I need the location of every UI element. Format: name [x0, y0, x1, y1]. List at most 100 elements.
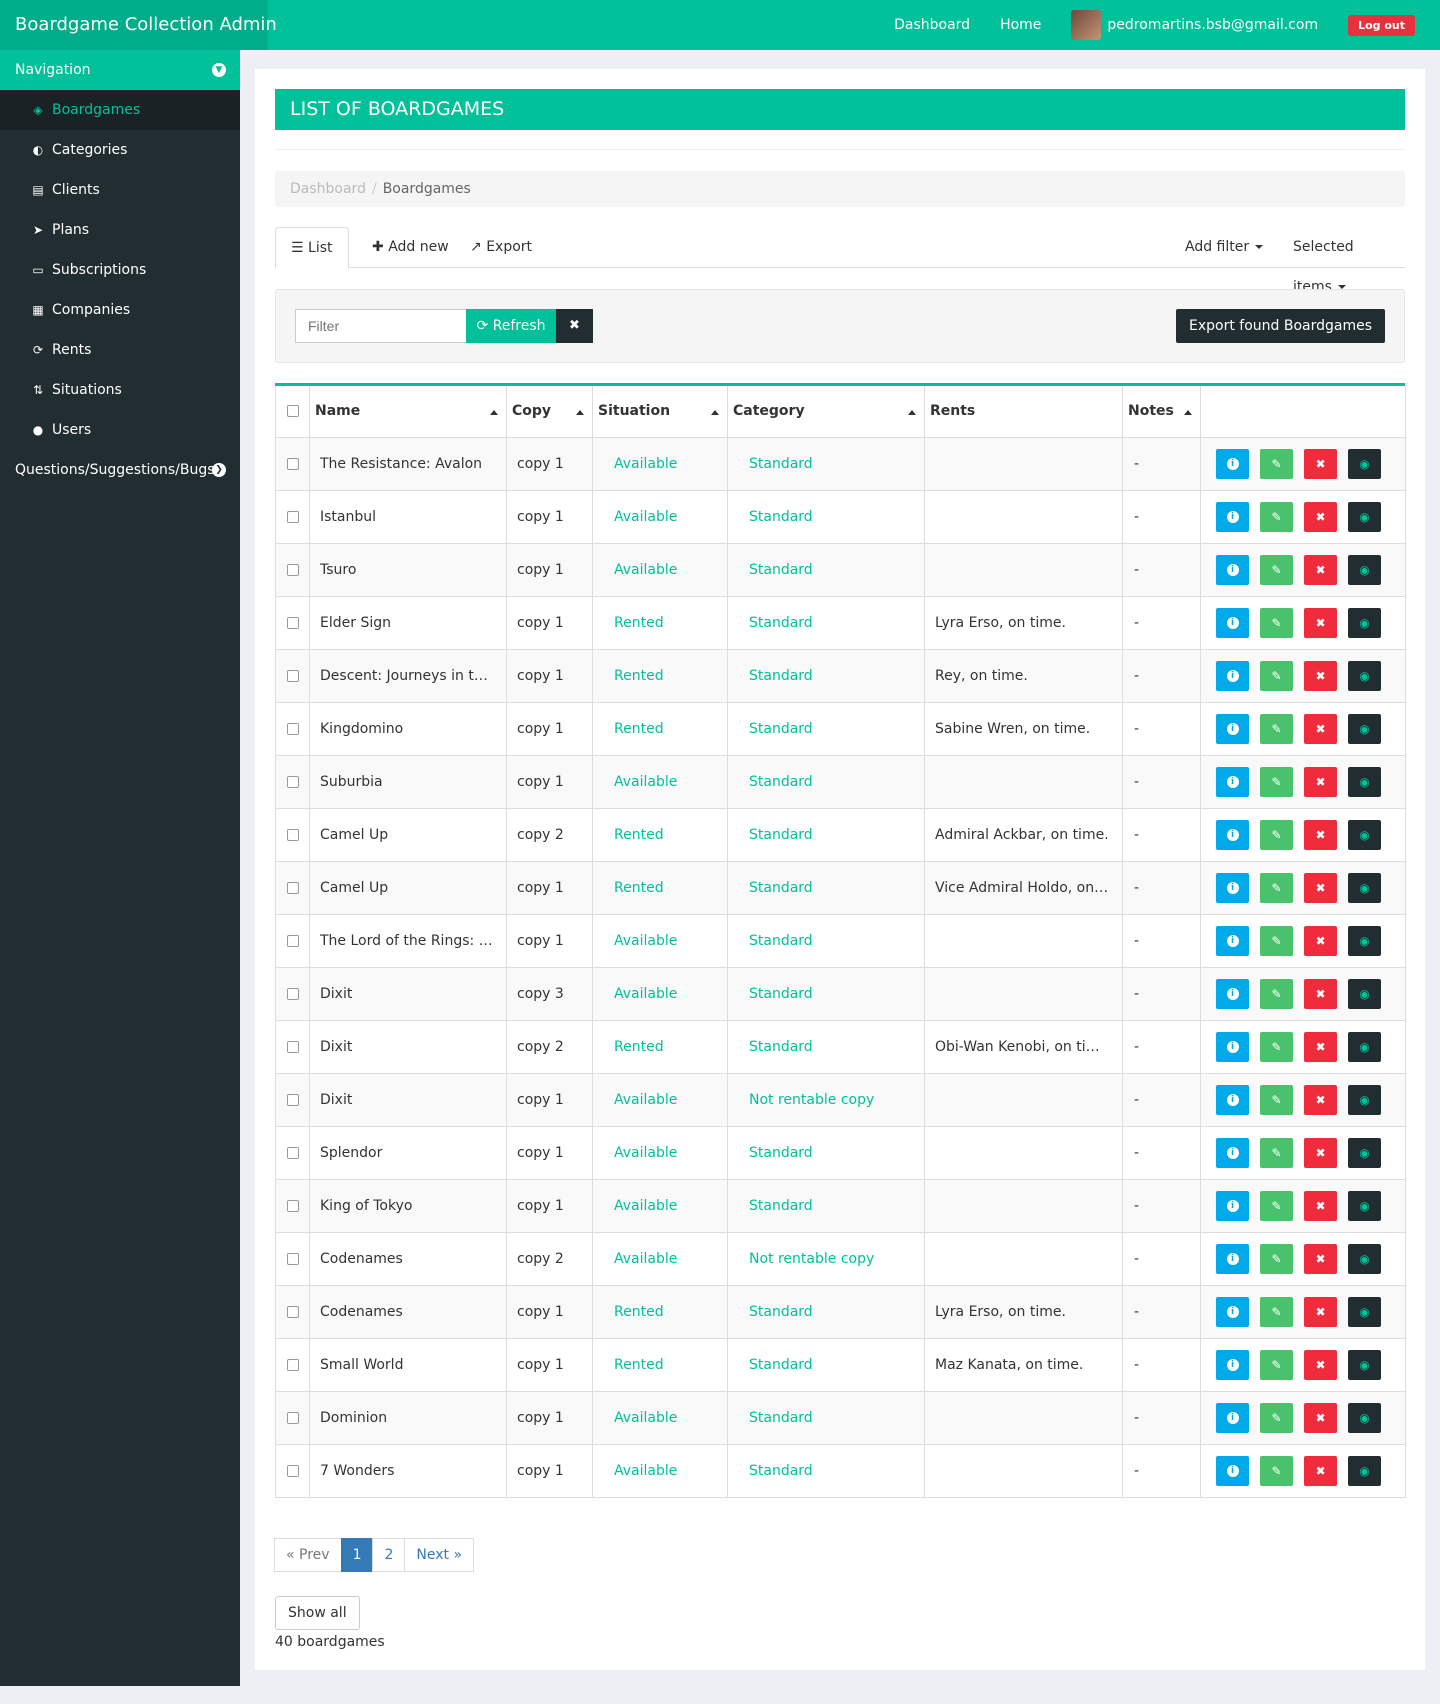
tab-export[interactable]: ↗ Export — [455, 227, 547, 268]
cell-category[interactable]: Standard — [727, 1390, 925, 1445]
row-checkbox[interactable] — [286, 1199, 299, 1212]
cell-situation[interactable]: Available — [592, 1443, 728, 1498]
row-checkbox[interactable] — [286, 1093, 299, 1106]
table-row[interactable]: Small World copy 1 Rented Standard Maz Kanat… — [275, 1337, 1406, 1392]
column-header-copy[interactable]: Copy — [506, 386, 593, 438]
delete-button[interactable]: ✖ — [1304, 1190, 1337, 1221]
info-button[interactable]: i — [1216, 978, 1249, 1009]
export-found-button[interactable]: Export found Boardgames — [1175, 309, 1385, 343]
clear-filter-button[interactable]: ✖ — [556, 309, 593, 343]
cell-situation[interactable]: Rented — [592, 648, 728, 703]
view-button[interactable]: ◉ — [1348, 448, 1381, 479]
edit-button[interactable]: ✎ — [1260, 1190, 1293, 1221]
edit-button[interactable]: ✎ — [1260, 554, 1293, 585]
cell-situation[interactable]: Available — [592, 1072, 728, 1127]
edit-button[interactable]: ✎ — [1260, 660, 1293, 691]
table-row[interactable]: The Lord of the Rings: Th... copy 1 Availa… — [275, 913, 1406, 968]
view-button[interactable]: ◉ — [1348, 1243, 1381, 1274]
nav-dashboard-link[interactable]: Dashboard — [894, 17, 970, 33]
column-header-category[interactable]: Category — [727, 386, 925, 438]
info-button[interactable]: i — [1216, 1455, 1249, 1486]
cell-situation[interactable]: Available — [592, 542, 728, 597]
cell-situation[interactable]: Available — [592, 754, 728, 809]
table-row[interactable]: Istanbul copy 1 Available Standard - i ✎ ✖ ◉ — [275, 489, 1406, 544]
cell-situation[interactable]: Available — [592, 1125, 728, 1180]
edit-button[interactable]: ✎ — [1260, 1455, 1293, 1486]
sidebar-item-companies[interactable]: ▦ Companies — [0, 290, 240, 330]
info-button[interactable]: i — [1216, 660, 1249, 691]
row-checkbox[interactable] — [286, 1252, 299, 1265]
edit-button[interactable]: ✎ — [1260, 1402, 1293, 1433]
row-checkbox[interactable] — [286, 987, 299, 1000]
table-row[interactable]: Camel Up copy 2 Rented Standard Admiral Ackb… — [275, 807, 1406, 862]
cell-category[interactable]: Standard — [727, 648, 925, 703]
delete-button[interactable]: ✖ — [1304, 448, 1337, 479]
delete-button[interactable]: ✖ — [1304, 713, 1337, 744]
delete-button[interactable]: ✖ — [1304, 660, 1337, 691]
breadcrumb-dashboard[interactable]: Dashboard — [290, 181, 366, 197]
edit-button[interactable]: ✎ — [1260, 501, 1293, 532]
view-button[interactable]: ◉ — [1348, 978, 1381, 1009]
cell-situation[interactable]: Available — [592, 1178, 728, 1233]
cell-category[interactable]: Standard — [727, 701, 925, 756]
cell-situation[interactable]: Rented — [592, 701, 728, 756]
delete-button[interactable]: ✖ — [1304, 1243, 1337, 1274]
view-button[interactable]: ◉ — [1348, 1084, 1381, 1115]
row-checkbox[interactable] — [286, 881, 299, 894]
pagination-page-1[interactable]: 1 — [340, 1538, 374, 1572]
user-email[interactable]: pedromartins.bsb@gmail.com — [1107, 17, 1318, 33]
column-header-notes[interactable]: Notes — [1122, 386, 1201, 438]
info-button[interactable]: i — [1216, 1190, 1249, 1221]
tab-list[interactable]: ☰ List — [275, 227, 349, 269]
brand-logo[interactable]: Boardgame Collection Admin — [0, 0, 277, 50]
cell-situation[interactable]: Rented — [592, 1284, 728, 1339]
sidebar-item-boardgames[interactable]: ◈ Boardgames — [0, 90, 240, 130]
cell-category[interactable]: Standard — [727, 595, 925, 650]
view-button[interactable]: ◉ — [1348, 1402, 1381, 1433]
cell-situation[interactable]: Available — [592, 436, 728, 491]
row-checkbox[interactable] — [286, 616, 299, 629]
edit-button[interactable]: ✎ — [1260, 607, 1293, 638]
cell-category[interactable]: Standard — [727, 542, 925, 597]
edit-button[interactable]: ✎ — [1260, 819, 1293, 850]
edit-button[interactable]: ✎ — [1260, 1084, 1293, 1115]
row-checkbox[interactable] — [286, 1464, 299, 1477]
edit-button[interactable]: ✎ — [1260, 872, 1293, 903]
cell-category[interactable]: Standard — [727, 489, 925, 544]
delete-button[interactable]: ✖ — [1304, 1402, 1337, 1433]
sidebar-item-questions[interactable]: Questions/Suggestions/Bugs? ❯ — [0, 450, 240, 490]
view-button[interactable]: ◉ — [1348, 554, 1381, 585]
navigation-header[interactable]: Navigation ▼ — [0, 50, 240, 90]
cell-situation[interactable]: Available — [592, 1390, 728, 1445]
delete-button[interactable]: ✖ — [1304, 1137, 1337, 1168]
view-button[interactable]: ◉ — [1348, 766, 1381, 797]
view-button[interactable]: ◉ — [1348, 1137, 1381, 1168]
info-button[interactable]: i — [1216, 554, 1249, 585]
cell-situation[interactable]: Rented — [592, 1019, 728, 1074]
cell-situation[interactable]: Available — [592, 1231, 728, 1286]
cell-category[interactable]: Standard — [727, 1178, 925, 1233]
row-checkbox[interactable] — [286, 828, 299, 841]
row-checkbox[interactable] — [286, 510, 299, 523]
info-button[interactable]: i — [1216, 501, 1249, 532]
table-row[interactable]: King of Tokyo copy 1 Available Standard - i ✎ ✖… — [275, 1178, 1406, 1233]
cell-situation[interactable]: Rented — [592, 595, 728, 650]
avatar[interactable] — [1071, 10, 1102, 40]
cell-situation[interactable]: Rented — [592, 860, 728, 915]
info-button[interactable]: i — [1216, 819, 1249, 850]
info-button[interactable]: i — [1216, 1031, 1249, 1062]
row-checkbox[interactable] — [286, 722, 299, 735]
cell-situation[interactable]: Available — [592, 489, 728, 544]
edit-button[interactable]: ✎ — [1260, 713, 1293, 744]
info-button[interactable]: i — [1216, 1349, 1249, 1380]
info-button[interactable]: i — [1216, 1137, 1249, 1168]
pagination-page-2[interactable]: 2 — [372, 1538, 406, 1572]
delete-button[interactable]: ✖ — [1304, 1084, 1337, 1115]
sidebar-item-subscriptions[interactable]: ▭ Subscriptions — [0, 250, 240, 290]
delete-button[interactable]: ✖ — [1304, 1296, 1337, 1327]
logout-button[interactable]: Log out — [1348, 14, 1415, 36]
row-checkbox[interactable] — [286, 1305, 299, 1318]
info-button[interactable]: i — [1216, 872, 1249, 903]
table-row[interactable]: Dixit copy 1 Available Not rentable copy - i ✎… — [275, 1072, 1406, 1127]
view-button[interactable]: ◉ — [1348, 607, 1381, 638]
